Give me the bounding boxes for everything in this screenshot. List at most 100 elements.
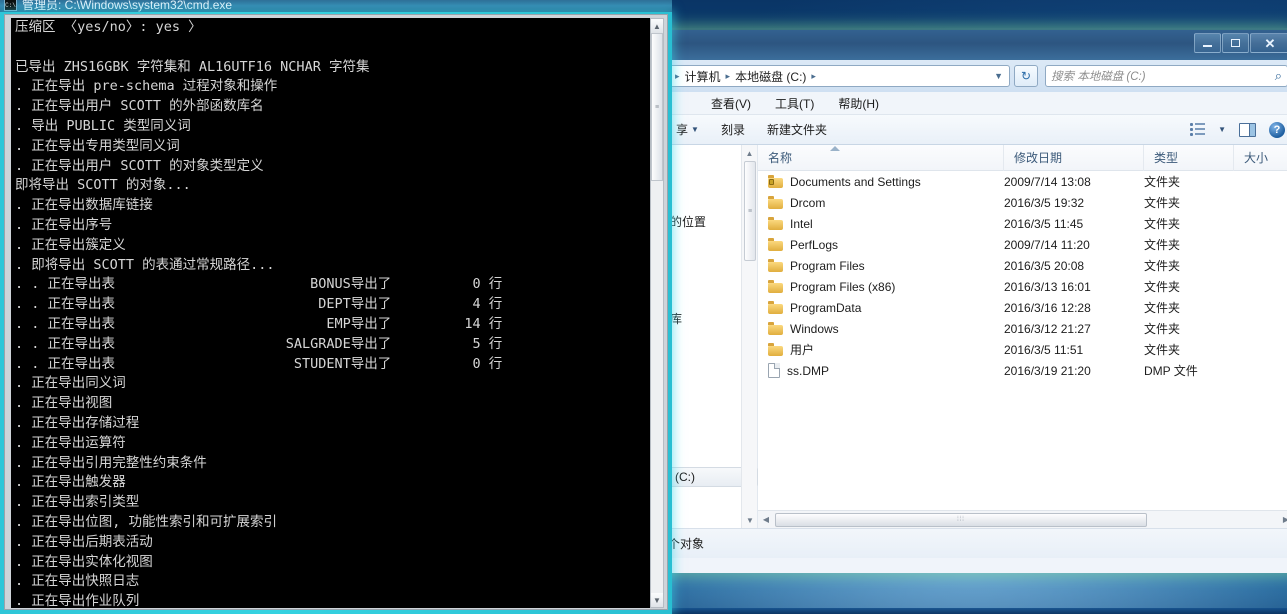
column-header-row: 名称 修改日期 类型 大小: [758, 144, 1287, 171]
file-icon: [768, 363, 780, 378]
column-header-label: 修改日期: [1014, 151, 1063, 165]
folder-locked-icon: [768, 175, 783, 188]
table-row[interactable]: PerfLogs 2009/7/14 11:20 文件夹: [758, 234, 1287, 255]
folder-icon: [768, 196, 783, 209]
console-screen[interactable]: 压缩区 〈yes/no〉: yes 〉 已导出 ZHS16GBK 字符集和 AL…: [11, 18, 652, 608]
table-row[interactable]: ss.DMP 2016/3/19 21:20 DMP 文件: [758, 360, 1287, 381]
file-date-cell: 2016/3/16 12:28: [1004, 300, 1091, 315]
explorer-titlebar[interactable]: ✕: [666, 30, 1287, 60]
file-explorer-window: ✕ ▸ 计算机 ▸ 本地磁盘 (C:) ▸ ▼ ↻ 搜索 本地磁盘 (C:) ⌕: [660, 28, 1287, 573]
file-name-cell[interactable]: ProgramData: [758, 301, 1004, 315]
column-header-date-modified[interactable]: 修改日期: [1004, 144, 1144, 171]
folder-icon: [768, 259, 783, 272]
scrollbar-thumb[interactable]: ≡: [651, 33, 663, 181]
folder-icon: [768, 322, 783, 335]
column-header-label: 名称: [768, 151, 793, 165]
file-date-cell: 2016/3/13 16:01: [1004, 279, 1091, 294]
share-button[interactable]: 享 ▼: [672, 119, 703, 140]
scrollbar-thumb[interactable]: ≡: [744, 161, 756, 261]
sort-ascending-icon: [830, 145, 840, 151]
folder-icon: [768, 301, 783, 314]
menu-item-help[interactable]: 帮助(H): [835, 94, 882, 113]
console-output: 压缩区 〈yes/no〉: yes 〉 已导出 ZHS16GBK 字符集和 AL…: [15, 19, 503, 608]
minimize-icon: [1203, 44, 1212, 47]
horizontal-scrollbar[interactable]: ◀ ⦙⦙⦙ ▶: [758, 510, 1287, 528]
file-name-label: PerfLogs: [790, 237, 839, 252]
address-row: ▸ 计算机 ▸ 本地磁盘 (C:) ▸ ▼ ↻ 搜索 本地磁盘 (C:) ⌕: [666, 60, 1287, 92]
breadcrumb-chevron-icon: ▸: [725, 70, 731, 81]
file-name-label: Drcom: [790, 195, 826, 210]
status-bar: 个对象: [666, 528, 1287, 558]
file-date-cell: 2016/3/19 21:20: [1004, 363, 1091, 378]
file-name-cell[interactable]: Documents and Settings: [758, 175, 1004, 189]
scroll-down-icon[interactable]: ▼: [742, 512, 758, 528]
file-name-label: Program Files (x86): [790, 279, 896, 294]
table-row[interactable]: Intel 2016/3/5 11:45 文件夹: [758, 213, 1287, 234]
window-controls: ✕: [1194, 33, 1287, 53]
file-name-label: Windows: [790, 321, 839, 336]
table-row[interactable]: Documents and Settings 2009/7/14 13:08 文件夹: [758, 171, 1287, 192]
scroll-up-icon[interactable]: ▲: [742, 145, 757, 161]
sidebar-item-recent-places[interactable]: 的位置: [666, 213, 706, 230]
maximize-button[interactable]: [1222, 33, 1249, 53]
console-frame: 压缩区 〈yes/no〉: yes 〉 已导出 ZHS16GBK 字符集和 AL…: [4, 14, 668, 610]
table-row[interactable]: Program Files 2016/3/5 20:08 文件夹: [758, 255, 1287, 276]
breadcrumb-chevron-icon[interactable]: ▸: [811, 71, 816, 82]
scroll-right-icon[interactable]: ▶: [1278, 515, 1287, 524]
hscrollbar-thumb[interactable]: ⦙⦙⦙: [775, 512, 1147, 527]
file-name-cell[interactable]: PerfLogs: [758, 238, 1004, 252]
column-header-type[interactable]: 类型: [1144, 144, 1234, 171]
refresh-icon: ↻: [1020, 69, 1032, 83]
help-icon[interactable]: ?: [1269, 121, 1285, 138]
file-type-cell: 文件夹: [1144, 301, 1181, 315]
breadcrumb-item-computer[interactable]: 计算机: [683, 67, 723, 86]
folder-icon: [768, 217, 783, 230]
view-dropdown-chevron-icon[interactable]: ▼: [1218, 125, 1226, 134]
file-name-label: ProgramData: [790, 300, 862, 315]
breadcrumb-chevron-icon: ▸: [675, 70, 680, 81]
file-type-cell: 文件夹: [1144, 343, 1181, 357]
table-row[interactable]: Windows 2016/3/12 21:27 文件夹: [758, 318, 1287, 339]
table-row[interactable]: ProgramData 2016/3/16 12:28 文件夹: [758, 297, 1287, 318]
console-scrollbar[interactable]: ▲ ≡ ▼: [650, 18, 664, 608]
file-name-cell[interactable]: Program Files (x86): [758, 280, 1004, 294]
refresh-button[interactable]: ↻: [1014, 65, 1038, 87]
menu-item-view[interactable]: 查看(V): [708, 94, 754, 113]
table-row[interactable]: Drcom 2016/3/5 19:32 文件夹: [758, 192, 1287, 213]
new-folder-button[interactable]: 新建文件夹: [763, 119, 831, 140]
file-name-cell[interactable]: 用户: [758, 341, 1004, 358]
file-name-cell[interactable]: Intel: [758, 217, 1004, 231]
burn-button[interactable]: 刻录: [717, 119, 749, 140]
address-dropdown-icon[interactable]: ▼: [994, 71, 1006, 81]
file-name-cell[interactable]: Drcom: [758, 196, 1004, 210]
chevron-down-icon: ▼: [691, 125, 699, 134]
column-header-size[interactable]: 大小: [1234, 145, 1287, 171]
file-name-cell[interactable]: ss.DMP: [758, 363, 1004, 378]
folder-icon: [768, 343, 783, 356]
column-header-label: 大小: [1244, 151, 1269, 165]
breadcrumb-item-local-disk-c[interactable]: 本地磁盘 (C:): [733, 67, 808, 86]
file-name-label: Documents and Settings: [790, 174, 921, 189]
minimize-button[interactable]: [1194, 33, 1221, 53]
search-input[interactable]: 搜索 本地磁盘 (C:) ⌕: [1045, 65, 1287, 87]
column-header-name[interactable]: 名称: [758, 144, 1004, 171]
scroll-left-icon[interactable]: ◀: [758, 515, 774, 524]
scroll-down-icon[interactable]: ▼: [651, 593, 663, 607]
scroll-up-icon[interactable]: ▲: [651, 19, 663, 33]
command-toolbar: 享 ▼ 刻录 新建文件夹 ▼ ?: [666, 115, 1287, 145]
preview-pane-icon[interactable]: [1239, 122, 1256, 137]
view-options-icon[interactable]: [1190, 123, 1206, 136]
address-bar[interactable]: ▸ 计算机 ▸ 本地磁盘 (C:) ▸ ▼: [668, 65, 1010, 87]
close-button[interactable]: ✕: [1250, 33, 1287, 53]
folder-icon: [768, 238, 783, 251]
table-row[interactable]: 用户 2016/3/5 11:51 文件夹: [758, 339, 1287, 360]
burn-label: 刻录: [720, 123, 745, 137]
navigation-scrollbar[interactable]: ▲ ≡ ▼: [741, 145, 757, 528]
table-row[interactable]: Program Files (x86) 2016/3/13 16:01 文件夹: [758, 276, 1287, 297]
menu-item-tools[interactable]: 工具(T): [772, 94, 817, 113]
file-type-cell: 文件夹: [1144, 259, 1181, 273]
file-date-cell: 2009/7/14 13:08: [1004, 174, 1091, 189]
folder-icon: [768, 280, 783, 293]
file-name-cell[interactable]: Program Files: [758, 259, 1004, 273]
file-name-cell[interactable]: Windows: [758, 322, 1004, 336]
